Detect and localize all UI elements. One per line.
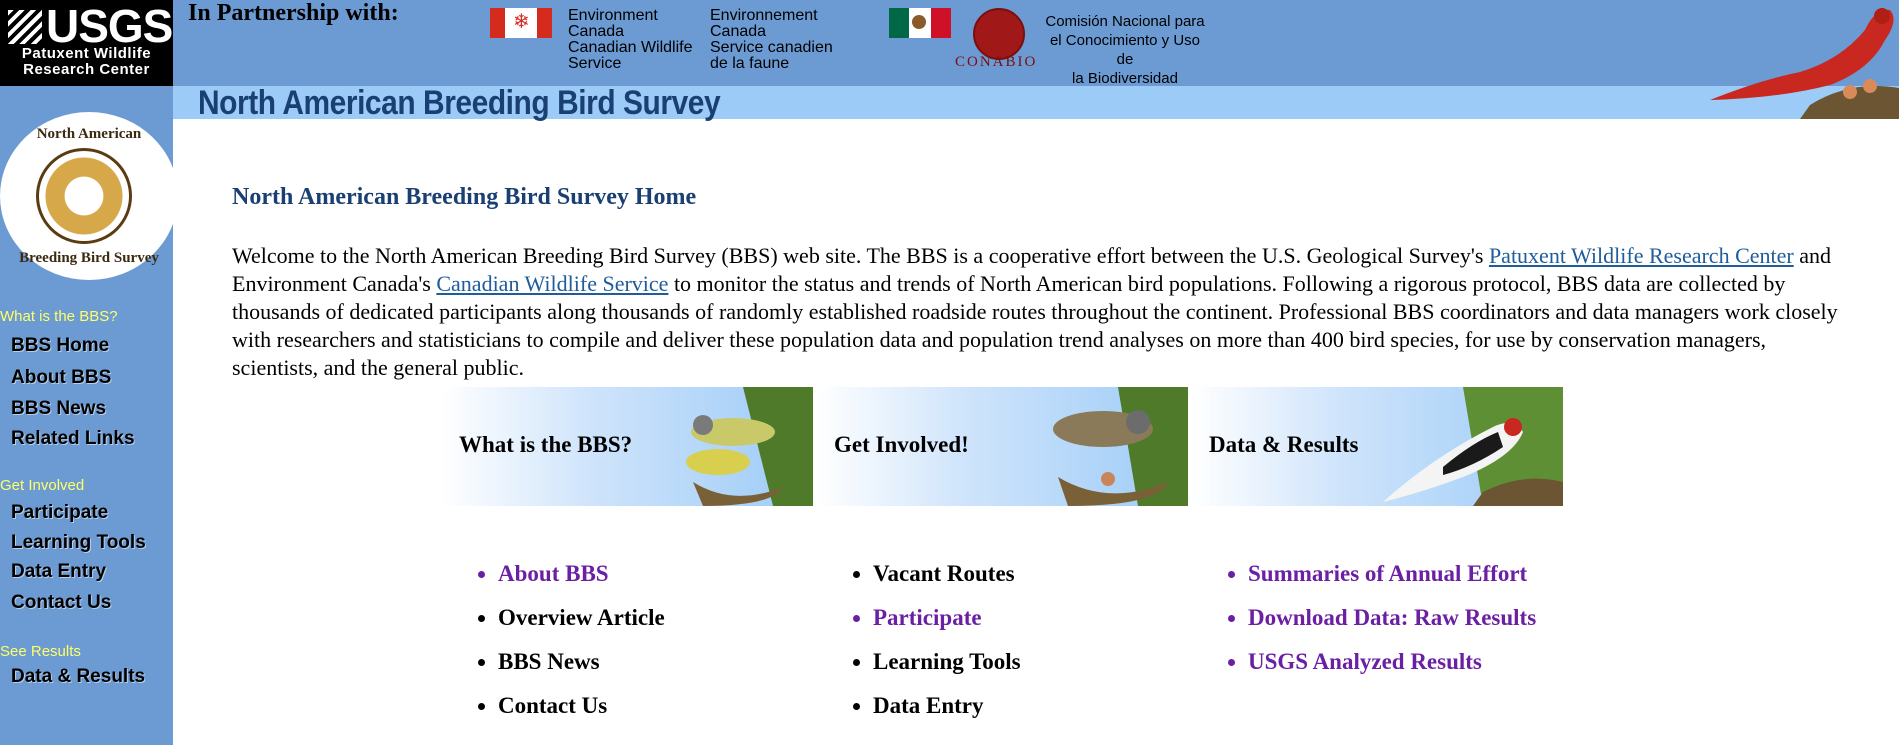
banner-get-involved[interactable]: Get Involved! [816, 387, 1188, 506]
link-learning-tools[interactable]: Learning Tools [873, 640, 1021, 684]
link-overview-article[interactable]: Overview Article [498, 596, 665, 640]
grosbeak-photo [1383, 387, 1563, 506]
sidebar-item-about-bbs[interactable]: About BBS [11, 367, 111, 389]
bbs-logo-bottom-text: Breeding Bird Survey [19, 250, 159, 266]
banner-label: What is the BBS? [459, 432, 633, 457]
sidebar-item-bbs-news[interactable]: BBS News [11, 398, 106, 420]
site-title-bar: North American Breeding Bird Survey [173, 84, 1899, 122]
patuxent-link[interactable]: Patuxent Wildlife Research Center [1489, 243, 1794, 268]
sidebar-item-related-links[interactable]: Related Links [11, 428, 135, 450]
banner-what-is-bbs[interactable]: What is the BBS? [441, 387, 813, 506]
links-column-results: Summaries of Annual Effort Download Data… [1224, 552, 1536, 684]
sidebar-heading-see-results: See Results [0, 643, 81, 660]
sidebar-item-bbs-home[interactable]: BBS Home [11, 335, 109, 357]
link-summaries-annual-effort[interactable]: Summaries of Annual Effort [1248, 552, 1536, 596]
sidebar-item-participate[interactable]: Participate [11, 502, 108, 524]
usgs-sub-line-1: Patuxent Wildlife [21, 45, 152, 62]
partner-bar [173, 0, 1899, 86]
conabio-wordmark: CONABIO [955, 54, 1038, 70]
mexico-flag-icon[interactable] [889, 8, 951, 38]
links-column-involved: Vacant Routes Participate Learning Tools… [849, 552, 1021, 728]
env-canada-en-line: Canadian Wildlife [568, 39, 693, 56]
env-canada-fr-line: Environnement [710, 7, 818, 24]
banner-label: Data & Results [1209, 432, 1359, 457]
usgs-sub-line-2: Research Center [23, 61, 150, 78]
banner-label: Get Involved! [834, 432, 969, 457]
intro-text: Welcome to the North American Breeding B… [232, 243, 1489, 268]
comision-nacional[interactable]: Comisión Nacional para el Conocimiento y… [1040, 12, 1210, 88]
bbs-logo-top-text: North American [36, 126, 142, 142]
link-usgs-analyzed-results[interactable]: USGS Analyzed Results [1248, 640, 1536, 684]
partnership-label: In Partnership with: [188, 0, 399, 26]
links-column-what: About BBS Overview Article BBS News Cont… [474, 552, 665, 728]
sidebar-item-data-entry[interactable]: Data Entry [11, 561, 106, 583]
env-canada-en-line: Environment [568, 7, 658, 24]
usgs-wave-icon [8, 10, 42, 44]
cardinal-photo [1690, 0, 1899, 119]
site-title: North American Breeding Bird Survey [198, 84, 721, 122]
sidebar-item-data-results[interactable]: Data & Results [11, 666, 145, 688]
intro-paragraph: Welcome to the North American Breeding B… [232, 242, 1842, 382]
bbs-logo[interactable]: North American Breeding Bird Survey [0, 112, 178, 280]
link-download-raw-results[interactable]: Download Data: Raw Results [1248, 596, 1536, 640]
env-canada-en[interactable]: Environment Canada Canadian Wildlife Ser… [568, 8, 693, 72]
env-canada-en-line: Service [568, 55, 622, 72]
link-contact-us[interactable]: Contact Us [498, 684, 665, 728]
link-participate[interactable]: Participate [873, 596, 1021, 640]
usgs-logo-block[interactable]: USGS Patuxent Wildlife Research Center [0, 0, 173, 86]
link-about-bbs[interactable]: About BBS [498, 552, 665, 596]
env-canada-fr-line: de la faune [710, 55, 790, 72]
link-data-entry[interactable]: Data Entry [873, 684, 1021, 728]
warbler-photo [686, 387, 813, 506]
page-title: North American Breeding Bird Survey Home [232, 184, 697, 210]
canada-flag-icon[interactable]: ❄ [490, 8, 552, 38]
conabio-logo-icon[interactable] [973, 8, 1025, 60]
bird-nest-photo [1053, 387, 1188, 506]
env-canada-fr-line: Service canadien [710, 39, 833, 56]
cws-link[interactable]: Canadian Wildlife Service [436, 271, 668, 296]
sidebar-item-contact-us[interactable]: Contact Us [11, 592, 111, 614]
sidebar-item-learning-tools[interactable]: Learning Tools [11, 532, 146, 554]
sidebar-heading-what: What is the BBS? [0, 308, 118, 325]
link-bbs-news[interactable]: BBS News [498, 640, 665, 684]
bbs-emblem-icon [36, 148, 132, 244]
env-canada-en-line: Canada [568, 23, 625, 40]
sidebar-heading-get-involved: Get Involved [0, 477, 85, 494]
env-canada-fr-line: Canada [710, 23, 767, 40]
link-vacant-routes[interactable]: Vacant Routes [873, 552, 1021, 596]
comision-line: Comisión Nacional para [1045, 13, 1205, 30]
comision-line: el Conocimiento y Uso de [1049, 32, 1201, 68]
env-canada-fr[interactable]: Environnement Canada Service canadien de… [710, 8, 833, 72]
banner-data-results[interactable]: Data & Results [1191, 387, 1563, 506]
